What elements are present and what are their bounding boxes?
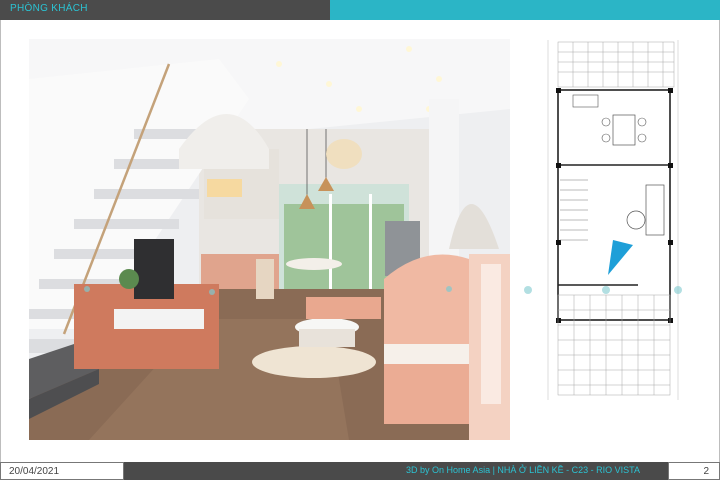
footer-date-box: 20/04/2021 xyxy=(0,462,124,480)
footer-project: 3D by On Home Asia | NHÀ Ở LIỀN KỀ - C23… xyxy=(406,465,640,475)
page-number: 2 xyxy=(703,466,709,477)
living-room-render xyxy=(29,39,510,440)
footer-date: 20/04/2021 xyxy=(9,466,60,477)
page-title: PHÒNG KHÁCH xyxy=(10,3,88,14)
footer-bar: 3D by On Home Asia | NHÀ Ở LIỀN KỀ - C23… xyxy=(124,462,668,480)
floor-plan xyxy=(518,40,684,400)
header-bar-dark: PHÒNG KHÁCH xyxy=(0,0,330,20)
header-bar-accent xyxy=(330,0,720,20)
footer-page-box: 2 xyxy=(668,462,720,480)
